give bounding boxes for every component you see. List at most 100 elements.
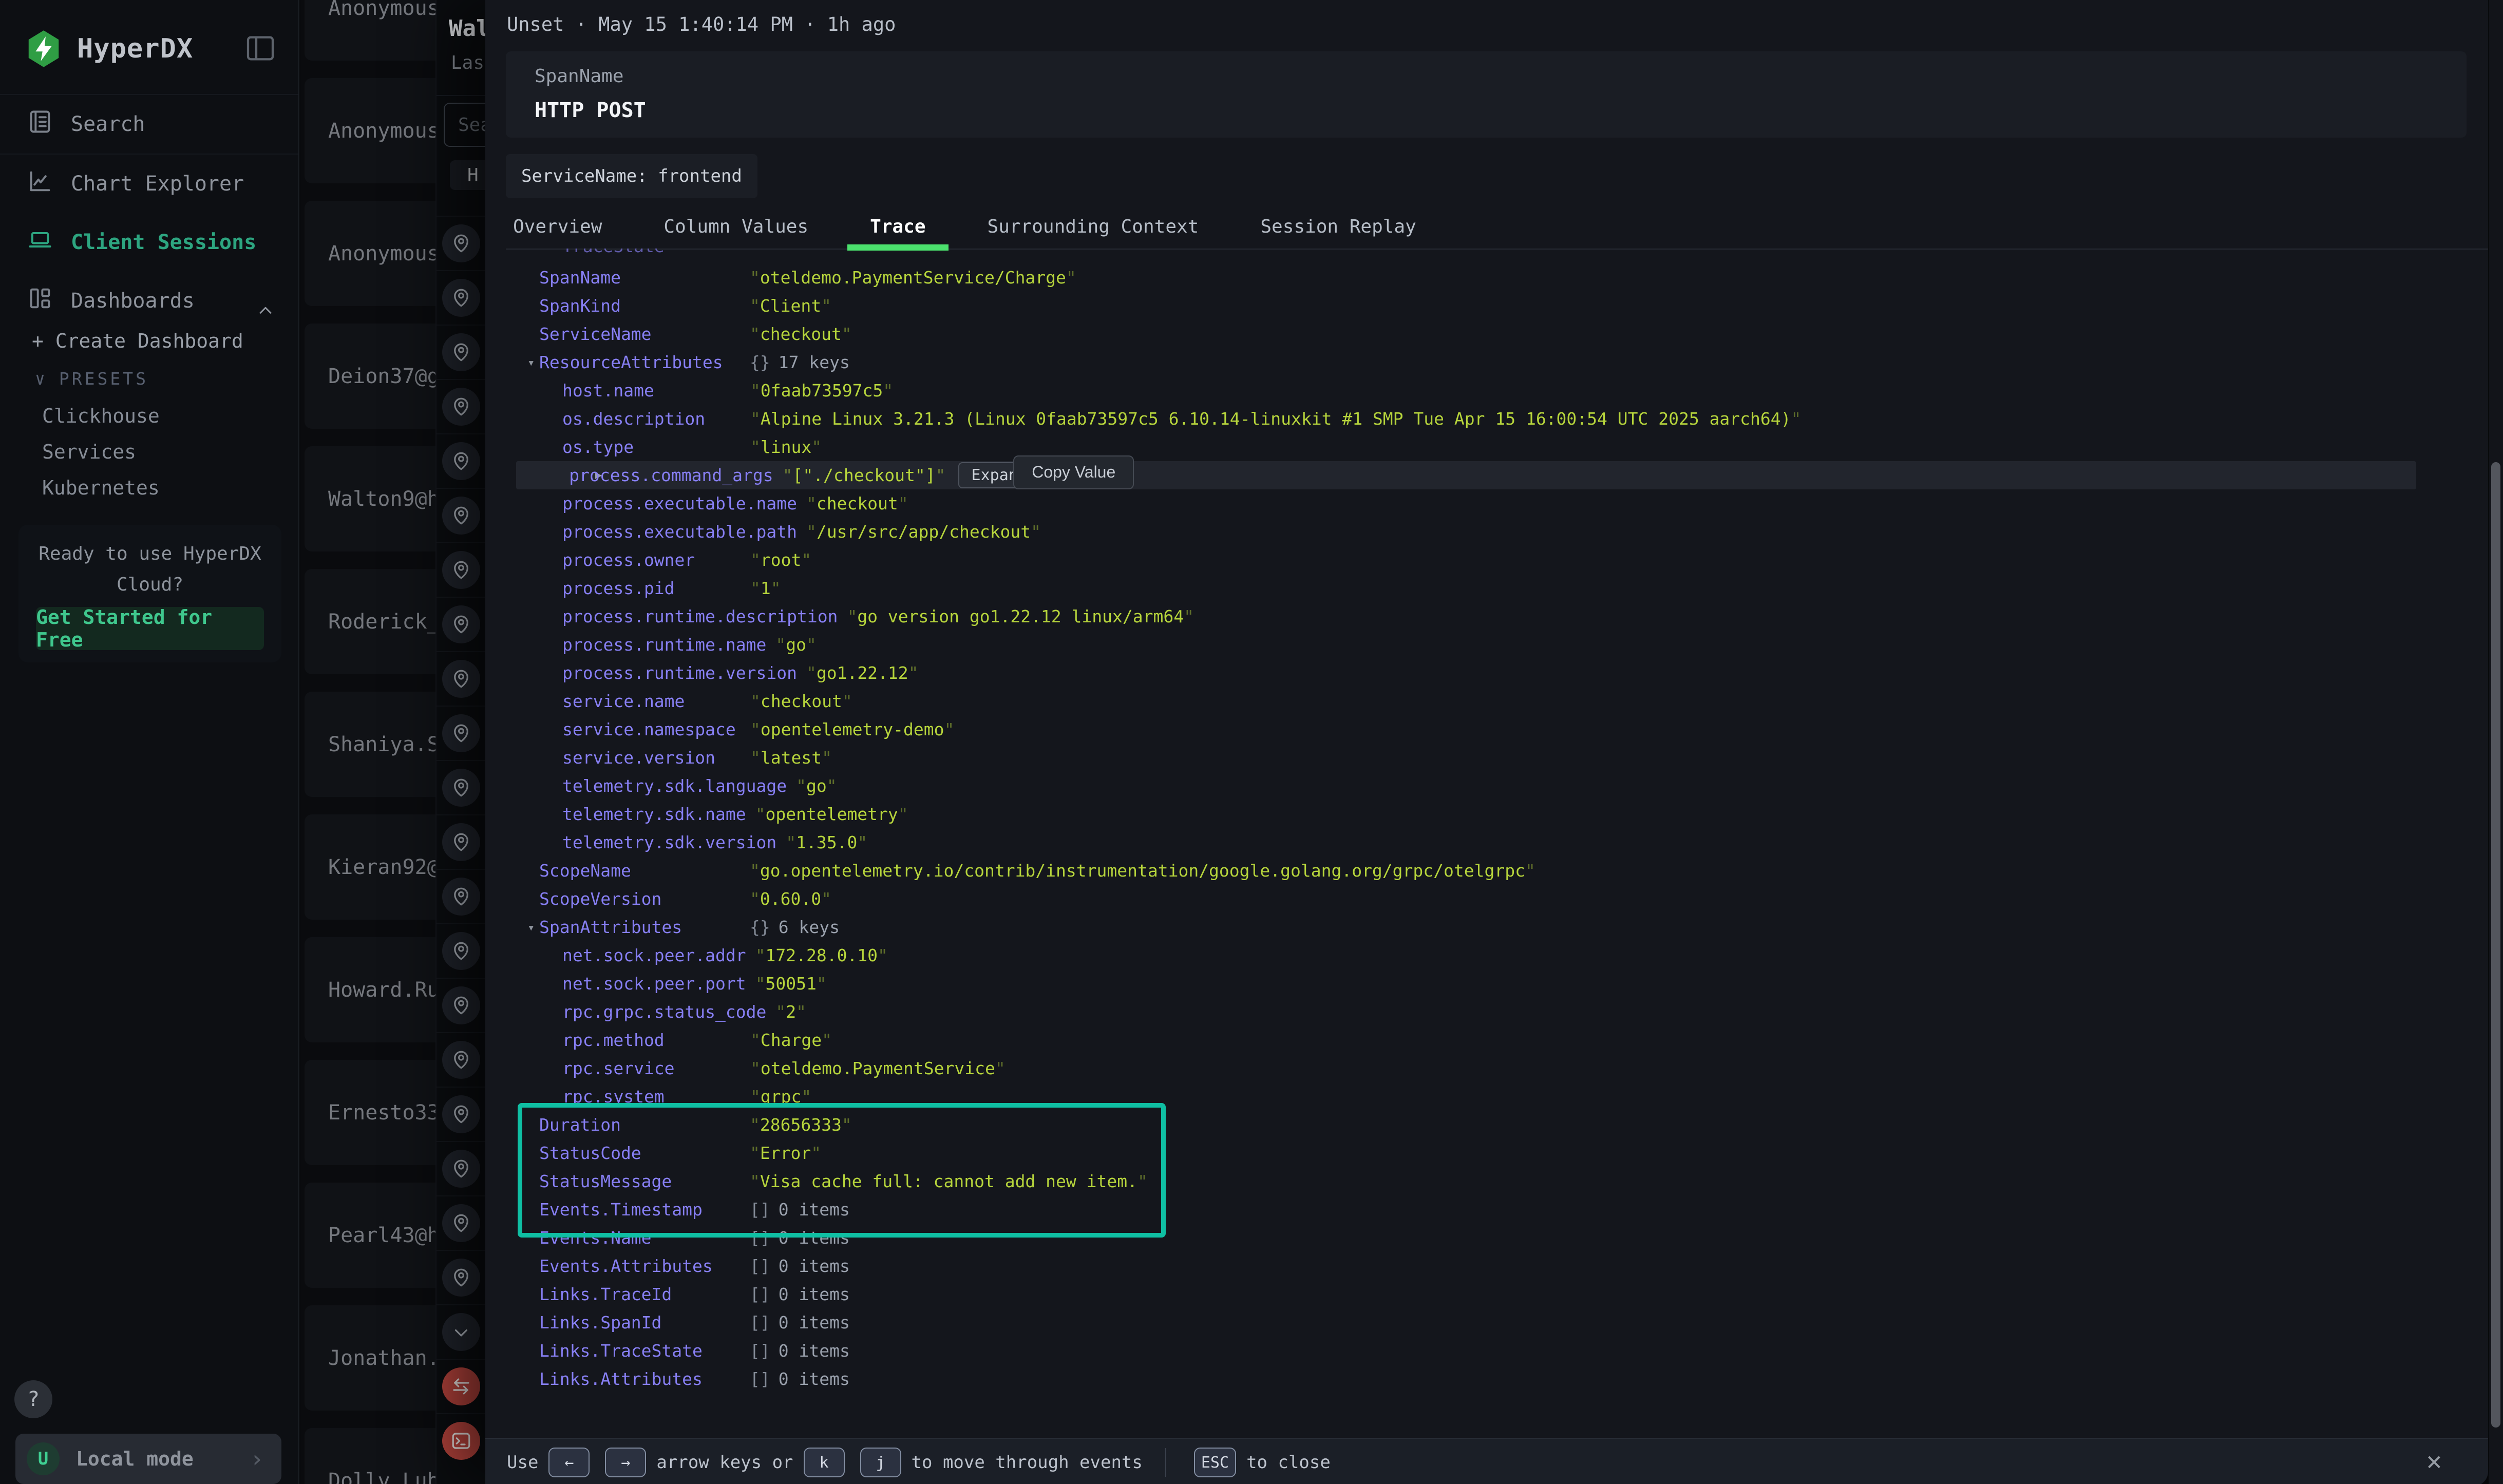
session-event-marker[interactable] [437,597,485,651]
session-list-item[interactable]: Walton9@ho [305,446,435,551]
session-event-marker[interactable] [437,1359,485,1413]
session-event-marker[interactable] [437,923,485,978]
session-event-marker[interactable] [437,1141,485,1195]
session-search-input[interactable]: Sea [444,103,485,147]
session-event-marker[interactable] [437,379,485,433]
trace-row[interactable]: process.executable.name"checkout" [485,489,2488,518]
session-list-item[interactable]: Ernesto33@ [305,1060,435,1165]
session-list-item[interactable]: Shaniya.Sc [305,692,435,797]
trace-row[interactable]: Events.Attributes[]0 items [485,1252,2488,1280]
copy-value-button[interactable]: Copy Value [1013,455,1134,489]
presets-section-toggle[interactable]: ∨ PRESETS [35,369,148,389]
trace-row[interactable]: Links.TraceState[]0 items [485,1337,2488,1365]
trace-row[interactable]: process.runtime.name"go" [485,631,2488,659]
sidebar-preset-services[interactable]: Services [42,441,136,463]
trace-row[interactable]: ScopeName"go.opentelemetry.io/contrib/in… [485,857,2488,885]
trace-row[interactable]: net.sock.peer.addr"172.28.0.10" [485,941,2488,969]
trace-row[interactable]: telemetry.sdk.version"1.35.0" [485,828,2488,857]
tab-surrounding-context[interactable]: Surrounding Context [980,204,1206,249]
scrollbar-thumb[interactable] [2491,462,2500,1428]
trace-row[interactable]: service.namespace"opentelemetry-demo" [485,715,2488,744]
trace-row[interactable]: SpanKind"Client" [485,292,2488,320]
session-event-marker[interactable] [437,270,485,325]
session-list-item[interactable]: Pearl43@ho [305,1183,435,1288]
trace-row[interactable]: process.executable.path"/usr/src/app/che… [485,518,2488,546]
session-list-item[interactable]: Kieran92@h [305,814,435,920]
trace-row[interactable]: service.name"checkout" [485,687,2488,715]
trace-row[interactable]: Events.Name[]0 items [485,1224,2488,1252]
trace-row[interactable]: ServiceName"checkout" [485,320,2488,348]
close-icon[interactable]: ✕ [2426,1446,2442,1476]
session-list-item[interactable]: Roderick_S [305,569,435,674]
sidebar-preset-clickhouse[interactable]: Clickhouse [42,405,160,427]
trace-row[interactable]: Links.SpanId[]0 items [485,1308,2488,1337]
trace-row[interactable]: Links.Attributes[]0 items [485,1365,2488,1393]
sidebar-collapse-icon[interactable] [244,32,277,65]
session-event-marker[interactable] [437,1032,485,1087]
session-list-item[interactable]: Deion37@gm [305,324,435,429]
trace-row[interactable]: telemetry.sdk.language"go" [485,772,2488,800]
sidebar-item-dashboards[interactable]: Dashboards [0,272,298,330]
sidebar-item-chart-explorer[interactable]: Chart Explorer [0,155,298,213]
sidebar-preset-kubernetes[interactable]: Kubernetes [42,477,160,499]
trace-row[interactable]: net.sock.peer.port"50051" [485,969,2488,998]
create-dashboard-button[interactable]: + Create Dashboard [32,330,243,352]
session-event-marker[interactable] [437,1304,485,1359]
session-event-marker[interactable] [437,869,485,923]
trace-row[interactable]: SpanName"oteldemo.PaymentService/Charge" [485,263,2488,292]
trace-row[interactable]: os.description"Alpine Linux 3.21.3 (Linu… [485,405,2488,433]
session-event-marker[interactable] [437,433,485,488]
session-event-marker[interactable] [437,814,485,869]
trace-row[interactable]: process.runtime.description"go version g… [485,602,2488,631]
trace-row[interactable]: rpc.service"oteldemo.PaymentService" [485,1054,2488,1082]
trace-row[interactable]: StatusMessage"Visa cache full: cannot ad… [485,1167,2488,1195]
trace-row[interactable]: Duration"28656333" [485,1111,2488,1139]
session-event-marker[interactable] [437,1413,485,1468]
user-menu[interactable]: U Local mode › [15,1434,281,1484]
session-event-marker[interactable] [437,1195,485,1250]
get-started-button[interactable]: Get Started for Free [36,607,264,650]
session-event-marker[interactable] [437,1250,485,1304]
trace-row[interactable]: Links.TraceId[]0 items [485,1280,2488,1308]
session-event-marker[interactable] [437,325,485,379]
sidebar-item-search[interactable]: Search [0,95,298,155]
trace-row[interactable]: process.owner"root" [485,546,2488,574]
session-list-item[interactable]: Anonymous [305,201,435,306]
trace-row[interactable]: os.type"linux" [485,433,2488,461]
session-list-item[interactable]: Anonymous [305,78,435,183]
trace-row[interactable]: ▾SpanAttributes{}6 keys [485,913,2488,941]
session-event-marker[interactable] [437,488,485,542]
sidebar-item-client-sessions[interactable]: Client Sessions [0,213,298,272]
session-event-marker[interactable] [437,760,485,814]
help-button[interactable]: ? [14,1380,52,1418]
tab-session-replay[interactable]: Session Replay [1253,204,1423,249]
trace-row[interactable]: ▶process.command_args"["./checkout"]"Exp… [485,461,2488,489]
session-event-marker[interactable] [437,1087,485,1141]
tab-column-values[interactable]: Column Values [656,204,816,249]
trace-row[interactable]: ScopeVersion"0.60.0" [485,885,2488,913]
trace-row[interactable]: rpc.system"grpc" [485,1082,2488,1111]
trace-row[interactable]: StatusCode"Error" [485,1139,2488,1167]
session-event-marker[interactable] [437,542,485,597]
session-event-marker[interactable] [437,706,485,760]
trace-row[interactable]: service.version"latest" [485,744,2488,772]
tab-trace[interactable]: Trace [863,204,933,249]
trace-row[interactable]: Events.Timestamp[]0 items [485,1195,2488,1224]
session-list-item[interactable]: Howard.Run [305,937,435,1042]
trace-row[interactable]: ▾ResourceAttributes{}17 keys [485,348,2488,376]
session-event-marker[interactable] [437,216,485,270]
session-event-marker[interactable] [437,651,485,706]
trace-row[interactable]: host.name"0faab73597c5" [485,376,2488,405]
trace-row[interactable]: process.pid"1" [485,574,2488,602]
trace-row[interactable]: rpc.method"Charge" [485,1026,2488,1054]
service-name-chip[interactable]: ServiceName: frontend [506,154,757,198]
session-filter-button[interactable]: H [450,160,485,190]
session-event-marker[interactable] [437,978,485,1032]
trace-row[interactable]: telemetry.sdk.name"opentelemetry" [485,800,2488,828]
session-list-item[interactable]: Jonathan.B [305,1305,435,1411]
trace-row[interactable]: rpc.grpc.status_code"2" [485,998,2488,1026]
trace-row[interactable]: process.runtime.version"go1.22.12" [485,659,2488,687]
session-list-item[interactable]: Dolly.Lubo [305,1428,435,1484]
tab-overview[interactable]: Overview [506,204,609,249]
session-list-item[interactable]: Anonymous [305,0,435,61]
